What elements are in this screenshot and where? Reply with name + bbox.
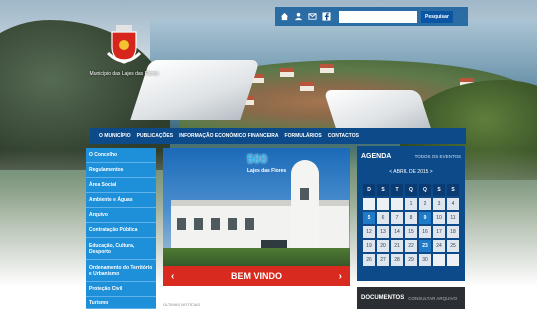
calendar-day[interactable]: 28 bbox=[391, 254, 403, 266]
calendar-day[interactable]: 13 bbox=[377, 226, 389, 238]
calendar-day[interactable]: 14 bbox=[391, 226, 403, 238]
window bbox=[211, 218, 220, 230]
calendar-day[interactable]: 15 bbox=[405, 226, 417, 238]
calendar-day[interactable]: 5 bbox=[363, 212, 375, 224]
calendar-day[interactable]: 3 bbox=[433, 198, 445, 210]
calendar-day[interactable]: 12 bbox=[363, 226, 375, 238]
calendar-day-header: D bbox=[363, 184, 375, 196]
agenda-panel: AGENDA TODOS OS EVENTOS < ABRIL DE 2015 … bbox=[357, 146, 465, 281]
calendar-day[interactable]: 21 bbox=[391, 240, 403, 252]
sidebar-item-turismo[interactable]: Turismo bbox=[86, 297, 156, 309]
sidebar-item-ordenamento[interactable]: Ordenamento do Território e Urbanismo bbox=[86, 260, 156, 282]
search-input[interactable] bbox=[339, 10, 417, 23]
latest-news-heading: ÚLTIMAS NOTÍCIAS bbox=[163, 302, 201, 307]
calendar-day[interactable]: 4 bbox=[447, 198, 459, 210]
agenda-header: AGENDA TODOS OS EVENTOS bbox=[357, 146, 465, 166]
calendar-empty-cell bbox=[363, 198, 375, 210]
slide-caption-bar: ‹ BEM VINDO › bbox=[163, 266, 350, 286]
slide-title: BEM VINDO bbox=[230, 271, 282, 281]
calendar-day[interactable]: 25 bbox=[447, 240, 459, 252]
calendar-day[interactable]: 23 bbox=[419, 240, 431, 252]
calendar-day[interactable]: 20 bbox=[377, 240, 389, 252]
calendar-day[interactable]: 7 bbox=[391, 212, 403, 224]
calendar-day[interactable]: 2 bbox=[419, 198, 431, 210]
calendar-empty-cell bbox=[391, 198, 403, 210]
calendar-day[interactable]: 19 bbox=[363, 240, 375, 252]
calendar-day[interactable]: 11 bbox=[447, 212, 459, 224]
calendar-month-nav[interactable]: < ABRIL DE 2015 > bbox=[357, 169, 465, 175]
sidebar-item-contratacao[interactable]: Contratação Pública bbox=[86, 223, 156, 238]
calendar-day-header: S bbox=[377, 184, 389, 196]
calendar-day-header: Q bbox=[419, 184, 431, 196]
sidebar-menu: O Concelho Regulamentos Área Social Ambi… bbox=[86, 148, 156, 309]
house bbox=[320, 64, 334, 73]
agenda-title: AGENDA bbox=[361, 152, 392, 160]
sidebar-item-ambiente[interactable]: Ambiente e Águas bbox=[86, 193, 156, 208]
calendar-day[interactable]: 9 bbox=[419, 212, 431, 224]
calendar-day[interactable]: 18 bbox=[447, 226, 459, 238]
calendar-day-header: S bbox=[447, 184, 459, 196]
sidebar-item-concelho[interactable]: O Concelho bbox=[86, 148, 156, 163]
nav-item-municipio[interactable]: O MUNICÍPIO bbox=[99, 133, 131, 139]
calendar-day[interactable]: 10 bbox=[433, 212, 445, 224]
window bbox=[194, 218, 203, 230]
calendar-day-header: S bbox=[433, 184, 445, 196]
main-navigation: O MUNICÍPIO PUBLICAÇÕES INFORMAÇÃO ECONÓ… bbox=[90, 128, 466, 144]
calendar-grid: D S T Q Q S S 1 2 3 4 5 6 7 8 9 10 11 12 13 14 15 16 17 18 19 20 21… bbox=[363, 184, 459, 266]
calendar-day[interactable]: 30 bbox=[419, 254, 431, 266]
facebook-icon[interactable] bbox=[321, 12, 331, 22]
nav-item-contactos[interactable]: CONTACTOS bbox=[328, 133, 359, 139]
mail-icon[interactable] bbox=[307, 12, 317, 22]
calendar-day[interactable]: 8 bbox=[405, 212, 417, 224]
sidebar-item-arquivo[interactable]: Arquivo bbox=[86, 208, 156, 223]
house bbox=[280, 68, 294, 77]
utility-bar: Pesquisar bbox=[275, 7, 468, 26]
nav-item-informacao-financeira[interactable]: INFORMAÇÃO ECONÓMICO FINANCEIRA bbox=[179, 133, 278, 139]
calendar-day[interactable]: 16 bbox=[419, 226, 431, 238]
sidebar-item-protecao-civil[interactable]: Proteção Civil bbox=[86, 282, 156, 297]
home-icon[interactable] bbox=[279, 12, 289, 22]
documents-title: DOCUMENTOS bbox=[361, 295, 405, 301]
sidebar-item-area-social[interactable]: Área Social bbox=[86, 178, 156, 193]
anniversary-logo-sub: Lajes das Flores bbox=[247, 168, 287, 174]
anniversary-logo: 500 bbox=[247, 152, 268, 166]
calendar-day[interactable]: 1 bbox=[405, 198, 417, 210]
window bbox=[245, 218, 254, 230]
calendar-day[interactable]: 22 bbox=[405, 240, 417, 252]
calendar-empty-cell bbox=[447, 254, 459, 266]
white-roof bbox=[323, 90, 432, 130]
coat-of-arms-icon bbox=[106, 24, 142, 67]
window bbox=[228, 218, 237, 230]
documents-panel: DOCUMENTOS CONSULTAR ARQUIVO bbox=[357, 287, 465, 309]
house bbox=[300, 82, 314, 91]
calendar-day[interactable]: 26 bbox=[363, 254, 375, 266]
all-events-link[interactable]: TODOS OS EVENTOS bbox=[415, 154, 461, 159]
calendar-day[interactable]: 29 bbox=[405, 254, 417, 266]
calendar-day-header: Q bbox=[405, 184, 417, 196]
window bbox=[177, 218, 186, 230]
logo-caption: Município das Lajes das Flores bbox=[89, 71, 159, 77]
slideshow[interactable]: 500 Lajes das Flores ‹ BEM VINDO › bbox=[163, 148, 350, 286]
nav-item-formularios[interactable]: FORMULÁRIOS bbox=[285, 133, 322, 139]
window bbox=[300, 188, 309, 200]
municipality-logo[interactable]: Município das Lajes das Flores bbox=[90, 24, 158, 107]
nav-item-publicacoes[interactable]: PUBLICAÇÕES bbox=[137, 133, 173, 139]
calendar-day-header: T bbox=[391, 184, 403, 196]
slide-next-button[interactable]: › bbox=[339, 271, 342, 282]
calendar-empty-cell bbox=[377, 198, 389, 210]
search-button[interactable]: Pesquisar bbox=[421, 10, 453, 23]
calendar-empty-cell bbox=[433, 254, 445, 266]
sidebar-item-regulamentos[interactable]: Regulamentos bbox=[86, 163, 156, 178]
calendar-day[interactable]: 24 bbox=[433, 240, 445, 252]
calendar-day[interactable]: 6 bbox=[377, 212, 389, 224]
shrubs bbox=[163, 248, 350, 268]
calendar-day[interactable]: 17 bbox=[433, 226, 445, 238]
calendar-day[interactable]: 27 bbox=[377, 254, 389, 266]
sidebar-item-educacao[interactable]: Educação, Cultura, Desporto bbox=[86, 238, 156, 260]
user-icon[interactable] bbox=[293, 12, 303, 22]
slide-prev-button[interactable]: ‹ bbox=[171, 271, 174, 282]
archive-link[interactable]: CONSULTAR ARQUIVO bbox=[408, 296, 457, 301]
